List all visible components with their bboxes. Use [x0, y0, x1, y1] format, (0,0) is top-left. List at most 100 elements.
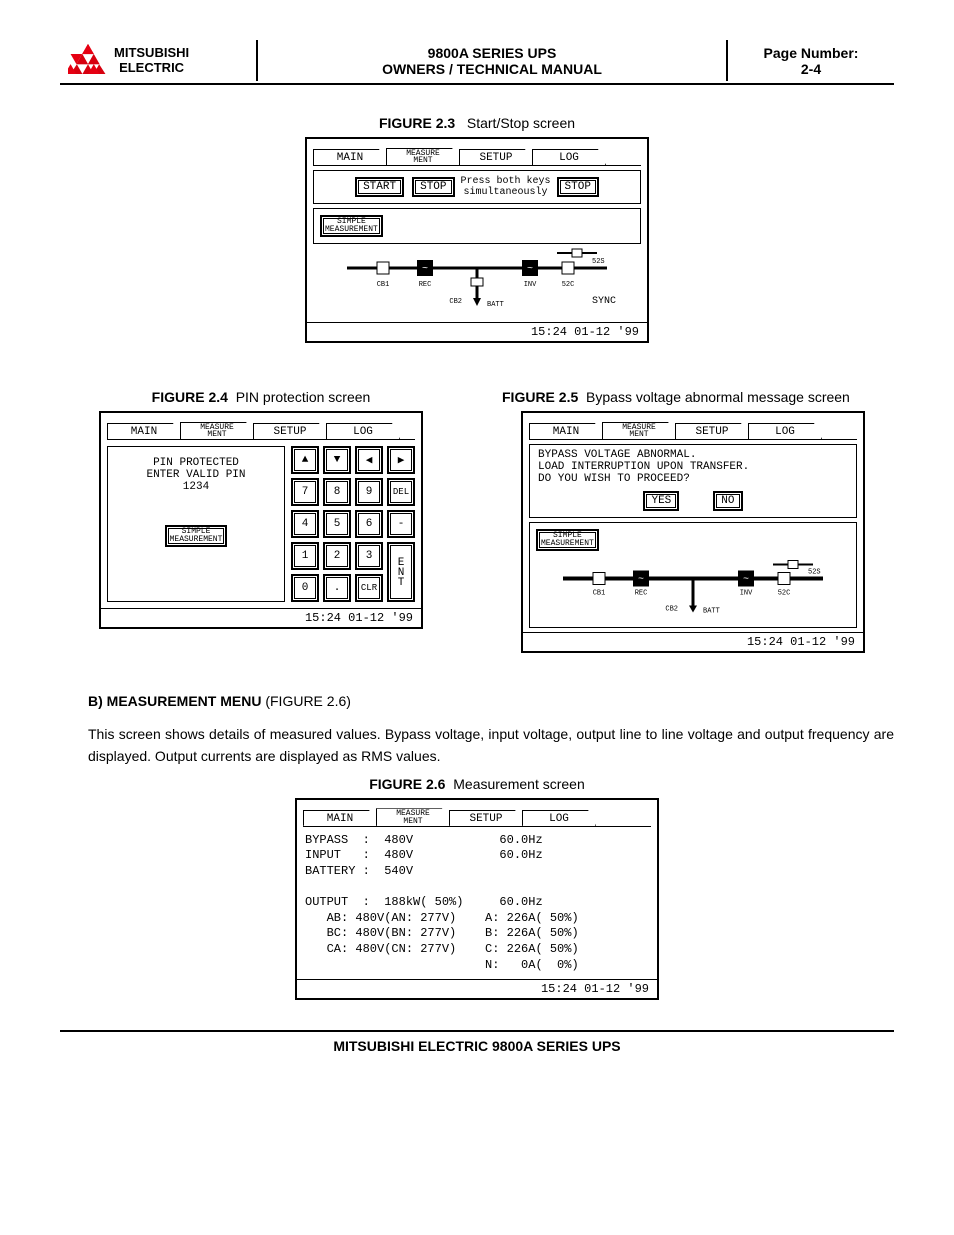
stop-button-2[interactable]: STOP [557, 177, 599, 197]
brand-line1: MITSUBISHI [114, 46, 189, 60]
fig25-num: FIGURE 2.5 [502, 389, 578, 405]
tab-setup[interactable]: SETUP [459, 149, 533, 165]
bypass-message: BYPASS VOLTAGE ABNORMAL. LOAD INTERRUPTI… [529, 444, 857, 518]
key-5[interactable]: 5 [323, 510, 351, 538]
tab-measurement[interactable]: MEASUREMENT [376, 808, 450, 825]
key-left[interactable]: ◀ [355, 446, 383, 474]
tab-measurement[interactable]: MEASUREMENT [602, 422, 676, 439]
key-down[interactable]: ▼ [323, 446, 351, 474]
svg-text:CB2: CB2 [449, 298, 462, 306]
key-ent[interactable]: ENT [387, 542, 415, 602]
tab-measurement[interactable]: MEASUREMENT [180, 422, 254, 439]
tab-setup[interactable]: SETUP [253, 423, 327, 439]
fig24-timestamp: 15:24 01-12 '99 [101, 608, 421, 627]
svg-text:SYNC.: SYNC. [592, 296, 617, 307]
start-stop-row: START STOP Press both keyssimultaneously… [313, 170, 641, 204]
key-7[interactable]: 7 [291, 478, 319, 506]
svg-text:52C: 52C [562, 281, 575, 289]
section-b-head: B) MEASUREMENT MENU (FIGURE 2.6) [88, 693, 894, 709]
page-num-cell: Page Number: 2-4 [728, 40, 894, 81]
press-both-note: Press both keyssimultaneously [461, 176, 551, 198]
key-4[interactable]: 4 [291, 510, 319, 538]
svg-text:52S: 52S [808, 569, 821, 577]
doc-title-cell: 9800A SERIES UPS OWNERS / TECHNICAL MANU… [258, 40, 728, 81]
page-header: MITSUBISHI ELECTRIC 9800A SERIES UPS OWN… [60, 40, 894, 85]
svg-text:BATT: BATT [487, 301, 504, 309]
svg-text:~: ~ [743, 575, 749, 586]
fig24-screen: MAIN MEASUREMENT SETUP LOG PIN PROTECTED… [99, 411, 423, 629]
fig26-title: Measurement screen [453, 776, 585, 792]
fig24-num: FIGURE 2.4 [152, 389, 228, 405]
svg-text:52S: 52S [592, 258, 605, 266]
svg-text:REC: REC [635, 590, 648, 598]
key-minus[interactable]: - [387, 510, 415, 538]
tab-log[interactable]: LOG [532, 149, 606, 165]
tab-log[interactable]: LOG [522, 810, 596, 826]
key-9[interactable]: 9 [355, 478, 383, 506]
key-1[interactable]: 1 [291, 542, 319, 570]
brand-cell: MITSUBISHI ELECTRIC [60, 40, 258, 81]
fig23-screen: MAIN MEASUREMENT SETUP LOG START STOP Pr… [305, 137, 649, 343]
yes-button[interactable]: YES [643, 491, 679, 511]
svg-text:INV: INV [740, 590, 753, 598]
fig23-num: FIGURE 2.3 [379, 115, 455, 131]
measurement-values: BYPASS : 480V 60.0Hz INPUT : 480V 60.0Hz… [297, 827, 657, 979]
svg-text:CB2: CB2 [665, 606, 678, 614]
tab-main[interactable]: MAIN [107, 423, 181, 439]
svg-text:52C: 52C [778, 590, 791, 598]
key-3[interactable]: 3 [355, 542, 383, 570]
tab-main[interactable]: MAIN [313, 149, 387, 165]
tab-setup[interactable]: SETUP [675, 423, 749, 439]
key-2[interactable]: 2 [323, 542, 351, 570]
svg-text:REC: REC [419, 281, 432, 289]
key-clr[interactable]: CLR [355, 574, 383, 602]
pin-message: PIN PROTECTED ENTER VALID PIN 1234 SIMPL… [107, 446, 285, 602]
svg-text:~: ~ [422, 264, 428, 275]
tab-log[interactable]: LOG [326, 423, 400, 439]
key-del[interactable]: DEL [387, 478, 415, 506]
svg-text:INV: INV [524, 281, 537, 289]
fig25-title: Bypass voltage abnormal message screen [586, 389, 850, 405]
key-right[interactable]: ▶ [387, 446, 415, 474]
svg-text:CB1: CB1 [593, 590, 606, 598]
page-footer: MITSUBISHI ELECTRIC 9800A SERIES UPS [60, 1030, 894, 1054]
page-number: 2-4 [801, 61, 821, 77]
simple-measurement-button[interactable]: SIMPLEMEASUREMENT [320, 215, 383, 237]
brand-line2: ELECTRIC [114, 61, 189, 75]
svg-text:~: ~ [638, 575, 644, 586]
simple-measurement-button[interactable]: SIMPLEMEASUREMENT [165, 525, 228, 547]
tab-setup[interactable]: SETUP [449, 810, 523, 826]
fig23-tabs: MAIN MEASUREMENT SETUP LOG [313, 143, 641, 166]
key-8[interactable]: 8 [323, 478, 351, 506]
no-button[interactable]: NO [713, 491, 742, 511]
start-button[interactable]: START [355, 177, 404, 197]
svg-text:~: ~ [527, 264, 533, 275]
tab-measurement[interactable]: MEASUREMENT [386, 148, 460, 165]
fig24-title: PIN protection screen [236, 389, 371, 405]
section-b-body: This screen shows details of measured va… [88, 723, 894, 768]
mitsubishi-logo-icon [68, 44, 108, 77]
doc-title-2: OWNERS / TECHNICAL MANUAL [382, 61, 602, 77]
fig25-timestamp: 15:24 01-12 '99 [523, 632, 863, 651]
key-6[interactable]: 6 [355, 510, 383, 538]
key-up[interactable]: ▲ [291, 446, 319, 474]
fig23-caption: FIGURE 2.3 Start/Stop screen [60, 115, 894, 131]
fig23-timestamp: 15:24 01-12 '99 [307, 322, 647, 341]
power-flow-diagram: CB1 ~ REC CB2 BATT ~ INV 52C 52S SYNC. [313, 248, 641, 318]
fig26-screen: MAIN MEASUREMENT SETUP LOG BYPASS : 480V… [295, 798, 659, 1000]
fig26-num: FIGURE 2.6 [369, 776, 445, 792]
key-dot[interactable]: . [323, 574, 351, 602]
fig26-timestamp: 15:24 01-12 '99 [297, 979, 657, 998]
tab-main[interactable]: MAIN [303, 810, 377, 826]
stop-button[interactable]: STOP [412, 177, 454, 197]
svg-text:CB1: CB1 [377, 281, 390, 289]
simple-measurement-button[interactable]: SIMPLEMEASUREMENT [536, 529, 599, 551]
svg-text:BATT: BATT [703, 608, 720, 616]
page-label: Page Number: [764, 45, 859, 61]
tab-main[interactable]: MAIN [529, 423, 603, 439]
fig25-screen: MAIN MEASUREMENT SETUP LOG BYPASS VOLTAG… [521, 411, 865, 653]
fig23-title: Start/Stop screen [467, 115, 575, 131]
keypad: ▲ ▼ ◀ ▶ 7 8 9 DEL 4 5 6 - 1 2 3 [291, 446, 415, 602]
key-0[interactable]: 0 [291, 574, 319, 602]
tab-log[interactable]: LOG [748, 423, 822, 439]
